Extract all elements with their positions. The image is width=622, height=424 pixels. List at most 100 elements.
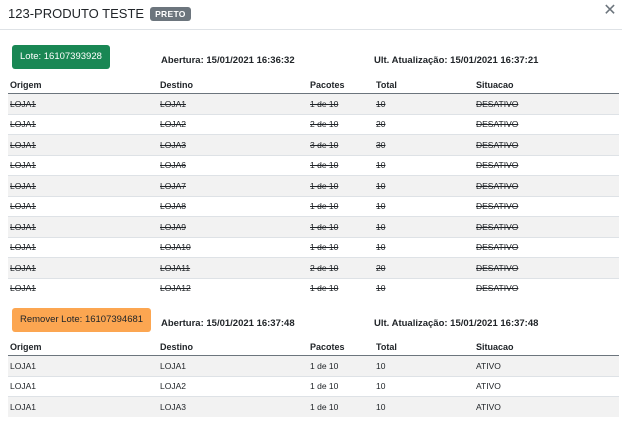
cell-situacao: DESATIVO	[474, 257, 619, 278]
cell-destino: LOJA10	[158, 236, 308, 258]
cell-origem: LOJA1	[8, 396, 158, 417]
atualizacao-text: Ult. Atualização: 15/01/2021 16:37:48	[374, 318, 539, 329]
table-row: LOJA1 LOJA2 2 de 10 20 DESATIVO	[8, 113, 619, 135]
cell-origem: LOJA1	[8, 216, 158, 237]
table-row: LOJA1 LOJA10 1 de 10 10 DESATIVO	[8, 236, 619, 258]
product-title: 123-PRODUTO TESTE	[8, 6, 145, 21]
cell-situacao: DESATIVO	[474, 195, 619, 217]
abertura-text: Abertura: 15/01/2021 16:37:48	[161, 318, 295, 329]
modal-header: 123-PRODUTO TESTE PRETO ✕	[0, 0, 622, 30]
cell-total: 10	[374, 355, 474, 376]
cell-origem: LOJA1	[8, 154, 158, 176]
cell-origem: LOJA1	[8, 277, 158, 298]
table-row: LOJA1 LOJA3 3 de 10 30 DESATIVO	[8, 134, 619, 155]
cell-pacotes: 1 de 10	[308, 375, 374, 397]
cell-total: 10	[374, 175, 474, 196]
cell-total: 10	[374, 93, 474, 114]
col-origem: Origem	[8, 76, 158, 94]
cell-total: 10	[374, 375, 474, 397]
cell-situacao: ATIVO	[474, 355, 619, 376]
table-row: LOJA1 LOJA1 1 de 10 10 ATIVO	[8, 355, 619, 376]
cell-origem: LOJA1	[8, 113, 158, 135]
cell-situacao: DESATIVO	[474, 134, 619, 155]
table-row: LOJA1 LOJA2 1 de 10 10 ATIVO	[8, 375, 619, 397]
cell-pacotes: 1 de 10	[308, 216, 374, 237]
col-total: Total	[374, 338, 474, 356]
cell-pacotes: 2 de 10	[308, 257, 374, 278]
table-row: LOJA1 LOJA1 1 de 10 10 DESATIVO	[8, 93, 619, 114]
cell-destino: LOJA11	[158, 257, 308, 278]
cell-situacao: DESATIVO	[474, 216, 619, 237]
table-row: LOJA1 LOJA9 1 de 10 10 DESATIVO	[8, 216, 619, 237]
cell-origem: LOJA1	[8, 134, 158, 155]
cell-total: 30	[374, 134, 474, 155]
col-destino: Destino	[158, 338, 308, 356]
table-row: LOJA1 LOJA7 1 de 10 10 DESATIVO	[8, 175, 619, 196]
cell-situacao: DESATIVO	[474, 93, 619, 114]
cell-pacotes: 1 de 10	[308, 93, 374, 114]
cell-pacotes: 1 de 10	[308, 355, 374, 376]
cell-situacao: DESATIVO	[474, 154, 619, 176]
cell-situacao: DESATIVO	[474, 113, 619, 135]
cell-total: 10	[374, 195, 474, 217]
lote-button[interactable]: Lote: 16107393928	[12, 45, 110, 69]
col-situacao: Situacao	[474, 76, 619, 94]
color-badge: PRETO	[150, 6, 191, 21]
cell-pacotes: 2 de 10	[308, 113, 374, 135]
col-total: Total	[374, 76, 474, 94]
col-destino: Destino	[158, 76, 308, 94]
lote-1-header: Lote: 16107393928 Abertura: 15/01/2021 1…	[0, 45, 622, 69]
col-pacotes: Pacotes	[308, 76, 374, 94]
close-icon[interactable]: ✕	[602, 3, 618, 19]
cell-pacotes: 3 de 10	[308, 134, 374, 155]
cell-situacao: DESATIVO	[474, 236, 619, 258]
cell-destino: LOJA9	[158, 216, 308, 237]
cell-origem: LOJA1	[8, 93, 158, 114]
table-row: LOJA1 LOJA3 1 de 10 10 ATIVO	[8, 396, 619, 417]
cell-origem: LOJA1	[8, 375, 158, 397]
col-pacotes: Pacotes	[308, 338, 374, 356]
cell-destino: LOJA6	[158, 154, 308, 176]
cell-destino: LOJA3	[158, 396, 308, 417]
cell-destino: LOJA1	[158, 93, 308, 114]
lote-2-table: Origem Destino Pacotes Total Situacao LO…	[8, 338, 619, 417]
table-row: LOJA1 LOJA6 1 de 10 10 DESATIVO	[8, 154, 619, 176]
remover-lote-button[interactable]: Remover Lote: 16107394681	[12, 308, 152, 332]
cell-situacao: ATIVO	[474, 375, 619, 397]
cell-total: 10	[374, 154, 474, 176]
table-row: LOJA1 LOJA12 1 de 10 10 DESATIVO	[8, 277, 619, 298]
cell-destino: LOJA3	[158, 134, 308, 155]
cell-origem: LOJA1	[8, 195, 158, 217]
cell-total: 20	[374, 257, 474, 278]
cell-pacotes: 1 de 10	[308, 195, 374, 217]
lote-2-header: Remover Lote: 16107394681 Abertura: 15/0…	[0, 308, 622, 332]
cell-destino: LOJA8	[158, 195, 308, 217]
cell-destino: LOJA2	[158, 113, 308, 135]
lote-1-table: Origem Destino Pacotes Total Situacao LO…	[8, 76, 619, 298]
cell-total: 10	[374, 277, 474, 298]
cell-situacao: DESATIVO	[474, 277, 619, 298]
table-header-row: Origem Destino Pacotes Total Situacao	[8, 338, 619, 356]
cell-pacotes: 1 de 10	[308, 277, 374, 298]
col-origem: Origem	[8, 338, 158, 356]
abertura-text: Abertura: 15/01/2021 16:36:32	[161, 55, 295, 66]
table-header-row: Origem Destino Pacotes Total Situacao	[8, 76, 619, 94]
cell-total: 10	[374, 236, 474, 258]
col-situacao: Situacao	[474, 338, 619, 356]
modal-title: 123-PRODUTO TESTE PRETO	[8, 6, 191, 21]
cell-pacotes: 1 de 10	[308, 396, 374, 417]
cell-destino: LOJA7	[158, 175, 308, 196]
cell-destino: LOJA12	[158, 277, 308, 298]
cell-destino: LOJA1	[158, 355, 308, 376]
cell-origem: LOJA1	[8, 175, 158, 196]
table-row: LOJA1 LOJA8 1 de 10 10 DESATIVO	[8, 195, 619, 217]
cell-destino: LOJA2	[158, 375, 308, 397]
cell-pacotes: 1 de 10	[308, 154, 374, 176]
cell-situacao: DESATIVO	[474, 175, 619, 196]
cell-total: 10	[374, 396, 474, 417]
cell-situacao: ATIVO	[474, 396, 619, 417]
cell-origem: LOJA1	[8, 236, 158, 258]
table-row: LOJA1 LOJA11 2 de 10 20 DESATIVO	[8, 257, 619, 278]
cell-origem: LOJA1	[8, 257, 158, 278]
cell-pacotes: 1 de 10	[308, 175, 374, 196]
